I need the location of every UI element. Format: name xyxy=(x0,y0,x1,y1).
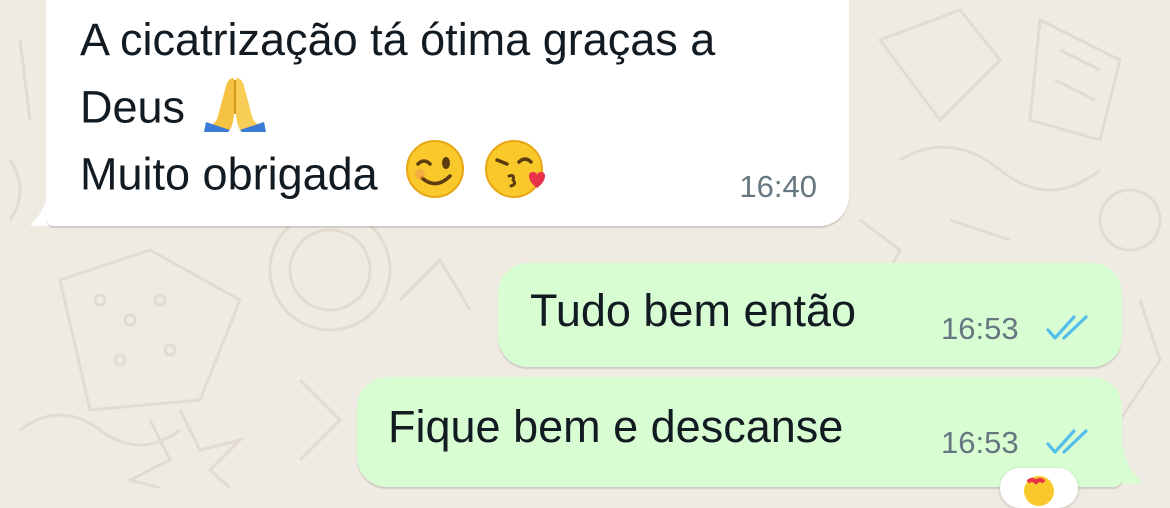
message-reaction-badge[interactable] xyxy=(1000,468,1078,508)
message-text: Tudo bem então xyxy=(530,285,857,336)
message-timestamp: 16:53 xyxy=(941,425,1019,460)
winking-face-emoji-icon xyxy=(406,140,465,215)
face-blowing-kiss-emoji-icon xyxy=(484,140,545,215)
message-timestamp: 16:40 xyxy=(739,169,817,204)
outgoing-message-bubble[interactable]: Fique bem e descanse 16:53 xyxy=(357,377,1122,487)
message-text: Muito obrigada xyxy=(80,148,378,200)
message-text-line: Deus xyxy=(80,72,266,149)
outgoing-message-bubble[interactable]: Tudo bem então 16:53 xyxy=(498,263,1122,367)
message-text: Deus xyxy=(80,81,186,133)
folded-hands-emoji-icon xyxy=(203,72,266,149)
message-text-line: A cicatrização tá ótima graças a xyxy=(80,14,716,65)
message-text-line: Muito obrigada xyxy=(80,140,545,215)
message-text: Fique bem e descanse xyxy=(388,401,844,452)
incoming-message-bubble[interactable]: A cicatrização tá ótima graças a Deus Mu… xyxy=(46,0,849,226)
reaction-emoji-icon xyxy=(1024,476,1054,506)
double-check-read-icon xyxy=(1046,429,1088,454)
message-timestamp: 16:53 xyxy=(941,311,1019,346)
double-check-read-icon xyxy=(1046,315,1088,340)
